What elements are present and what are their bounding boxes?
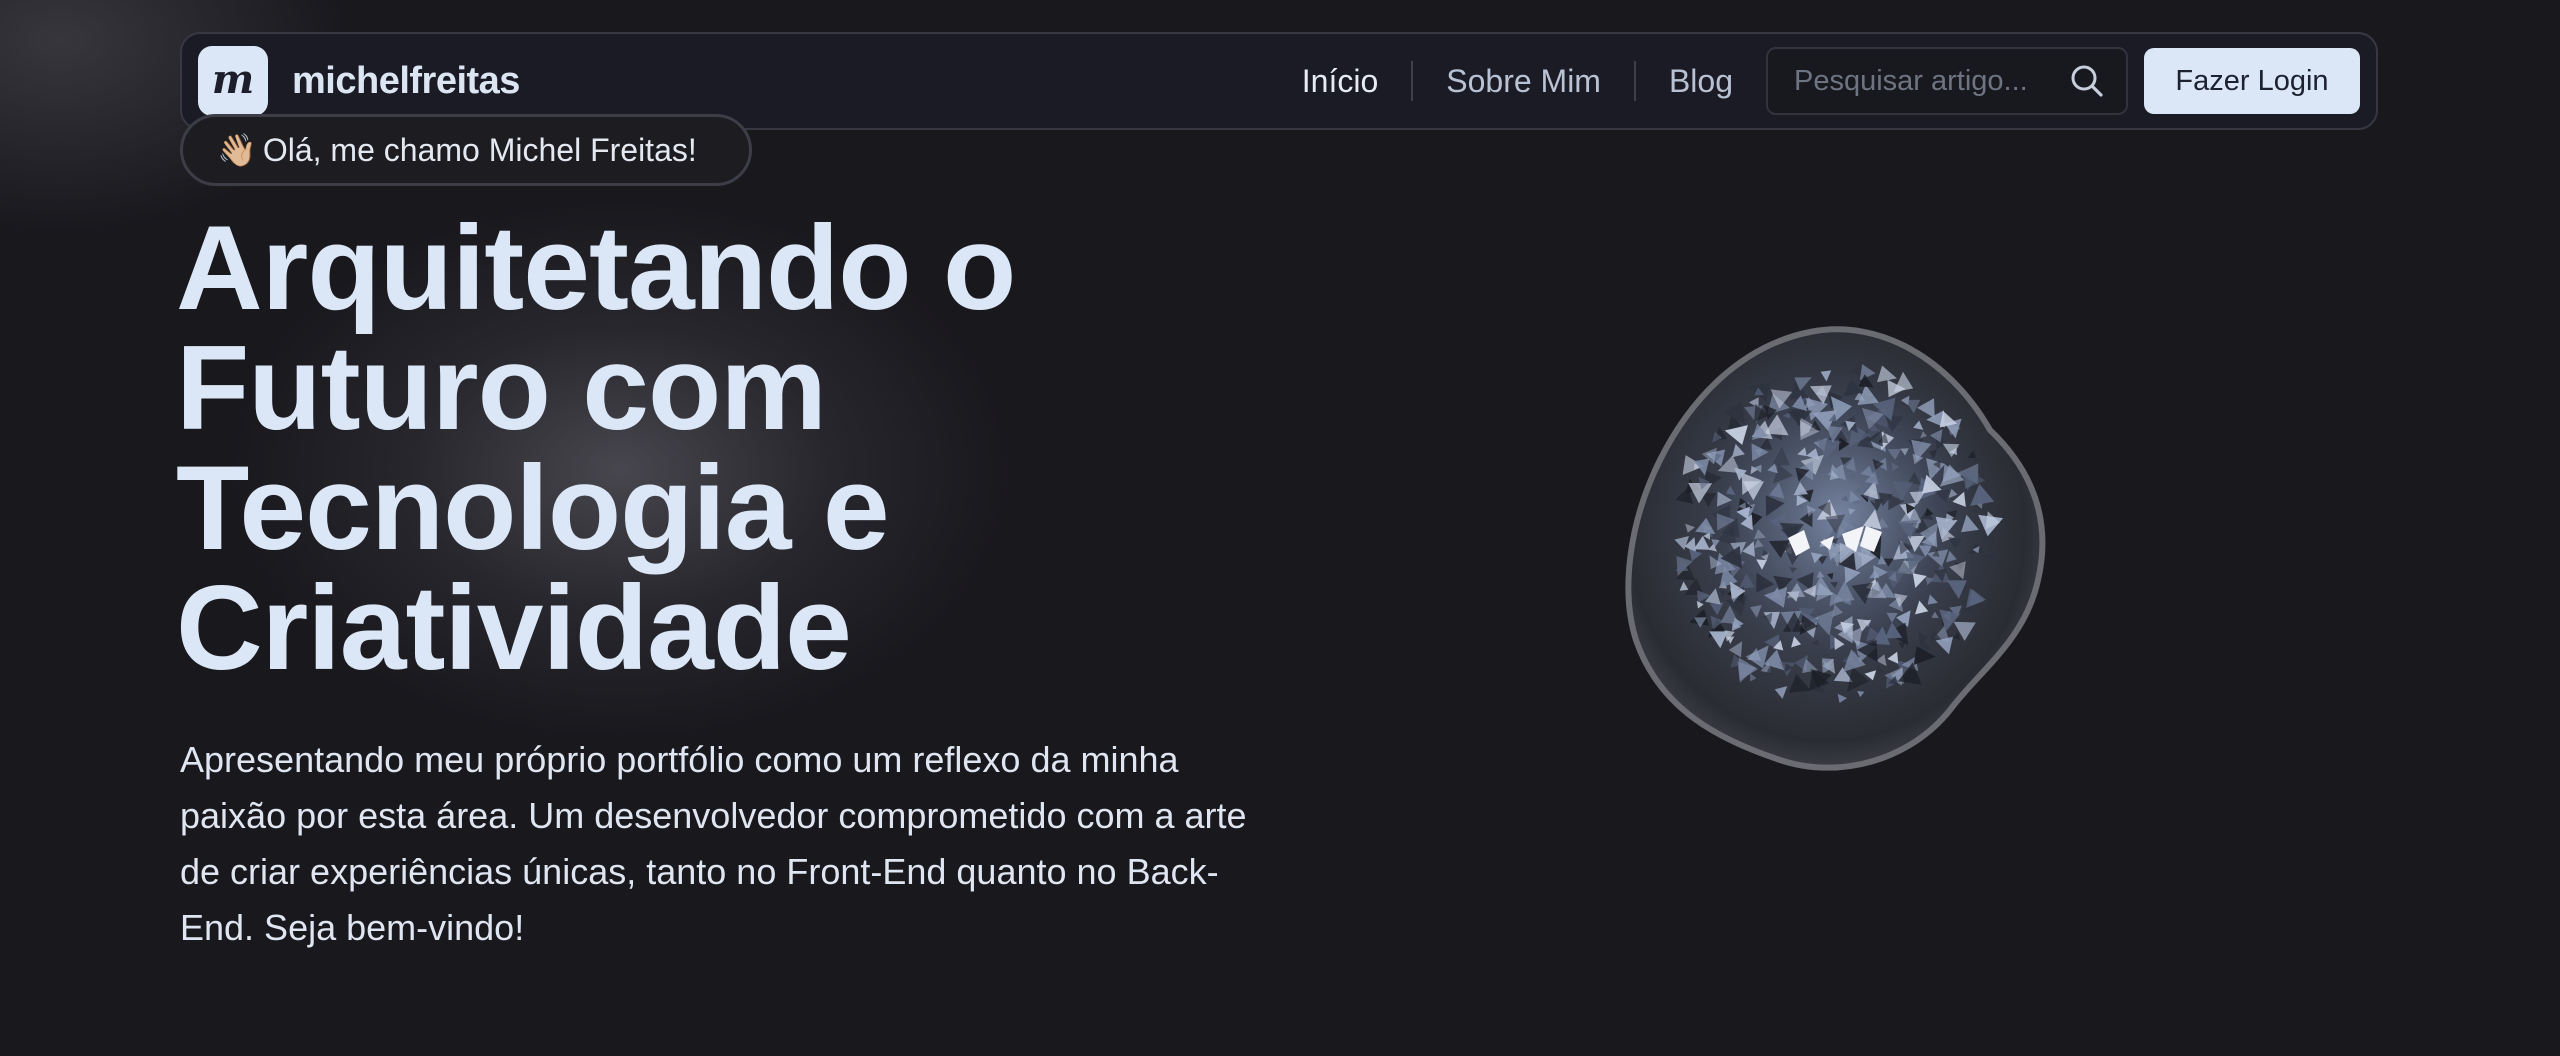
hero-title-line: Criatividade [176,561,852,695]
hero-title: Arquitetando o Futuro com Tecnologia e C… [176,208,1276,688]
waving-hand-icon: 👋🏼 [217,131,257,169]
login-button[interactable]: Fazer Login [2144,48,2360,114]
nav-link-blog[interactable]: Blog [1636,61,1766,101]
search-input[interactable] [1792,63,2068,99]
nav-link-sobre-mim[interactable]: Sobre Mim [1413,61,1634,101]
nav-right: Início Sobre Mim Blog Fazer Login [1269,47,2360,115]
sphere-illustration [1620,320,2060,780]
hero-title-line: Tecnologia e [176,441,890,575]
greeting-text: Olá, me chamo Michel Freitas! [262,131,697,168]
hero-title-line: Arquitetando o [176,201,1016,335]
logo-icon: m [198,46,268,116]
brand-link[interactable]: m michelfreitas [198,46,520,116]
search-box [1766,47,2128,115]
greeting-badge: 👋🏼 Olá, me chamo Michel Freitas! [180,114,752,186]
brand-name: michelfreitas [292,59,520,102]
hero-title-line: Futuro com [176,321,827,455]
page: m michelfreitas Início Sobre Mim Blog Pe… [0,0,2560,1056]
search-icon[interactable] [2068,62,2106,100]
hero-description: Apresentando meu próprio portfólio como … [180,739,1247,948]
svg-text:m: m [212,56,254,103]
nav-link-inicio[interactable]: Início [1269,61,1411,101]
